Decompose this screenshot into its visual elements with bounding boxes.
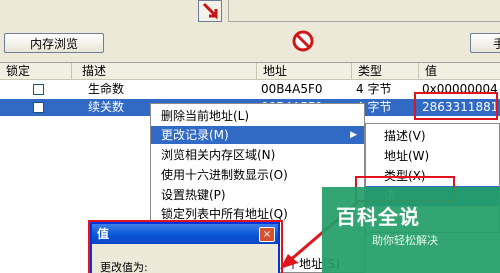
memory-view-button[interactable]: 内存浏览 (4, 33, 104, 53)
value-highlight-box (414, 92, 498, 120)
header-lock: 锁定 (0, 63, 72, 79)
header-description: 描述 (72, 63, 257, 79)
watermark-subtitle: 助你轻松解决 (372, 234, 438, 247)
row-description: 续关数 (88, 100, 125, 114)
row-type: 4 字节 (356, 82, 392, 96)
no-entry-icon (292, 30, 314, 51)
header-value: 值 (425, 64, 438, 78)
menu-item-change-record[interactable]: 更改记录(M) ▶ (151, 126, 364, 144)
submenu-item-address[interactable]: 地址(W) (366, 146, 499, 166)
header-address: 地址 (257, 63, 352, 79)
right-toolbar-button[interactable]: 手 (470, 33, 500, 53)
header-type: 类型 (352, 63, 419, 79)
watermark: 百科全说 助你轻松解决 (322, 187, 500, 273)
dialog-highlight-box (88, 220, 283, 273)
menu-item-label: 更改记录(M) (161, 128, 229, 142)
menu-item-browse-memory[interactable]: 浏览相关内存区域(N) (151, 146, 364, 164)
lock-checkbox[interactable] (33, 102, 44, 113)
submenu-item-description[interactable]: 描述(V) (366, 126, 499, 146)
add-pointer-button[interactable] (198, 0, 222, 22)
table-header: 锁定 描述 地址 类型 值 (0, 63, 500, 80)
submenu-arrow-icon: ▶ (350, 130, 357, 140)
red-arrow-icon (202, 2, 218, 20)
top-toolbar-area (0, 0, 500, 30)
row-address: 00B4A5F0 (261, 82, 323, 96)
watermark-logo: 百科全说 (336, 205, 420, 229)
menu-item-hex-display[interactable]: 使用十六进制数显示(O) (151, 166, 364, 184)
menu-item-delete-address[interactable]: 删除当前地址(L) (151, 107, 364, 125)
clear-list-button[interactable] (291, 29, 315, 52)
scan-panel (228, 0, 500, 22)
lock-checkbox[interactable] (33, 84, 44, 95)
row-description: 生命数 (88, 82, 125, 96)
